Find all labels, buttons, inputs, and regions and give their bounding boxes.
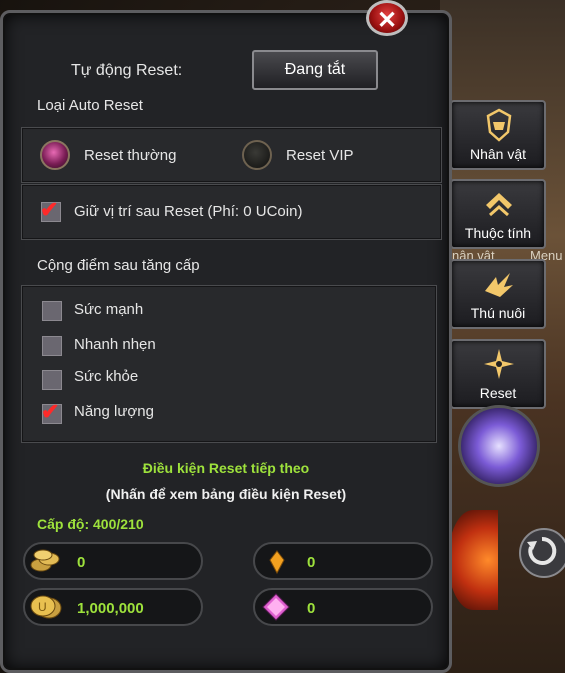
stats-label: Cộng điểm sau tăng cấp <box>37 257 200 274</box>
condition-title[interactable]: Điều kiện Reset tiếp theo <box>3 460 449 476</box>
svg-text:U: U <box>38 600 47 614</box>
side-menu-label: Reset <box>479 385 517 401</box>
refresh-icon <box>527 536 557 565</box>
side-menu-label: Thú nuôi <box>470 305 526 321</box>
radio-reset-vip-label[interactable]: Reset VIP <box>286 147 354 164</box>
gold-coins-value: 0 <box>77 554 86 571</box>
auto-reset-panel: Tự động Reset: Đang tắt Loại Auto Reset … <box>0 10 452 673</box>
auto-reset-toggle-button[interactable]: Đang tắt <box>252 50 378 90</box>
skill-orb[interactable] <box>458 405 540 487</box>
radio-reset-vip[interactable] <box>242 140 272 170</box>
refresh-button[interactable] <box>519 528 565 578</box>
stat-checkbox-strength[interactable] <box>42 301 62 321</box>
gem-display: 0 <box>253 588 433 626</box>
stat-label[interactable]: Nhanh nhẹn <box>74 336 156 353</box>
gold-coins-icon <box>30 549 60 572</box>
keep-position-row: ✔ Giữ vị trí sau Reset (Phí: 0 UCoin) <box>21 184 442 240</box>
zen-value: 1,000,000 <box>77 600 144 617</box>
chevron-up-icon <box>486 193 512 217</box>
stat-label[interactable]: Năng lượng <box>74 403 154 420</box>
health-orb <box>448 510 498 610</box>
stat-checkbox-energy[interactable]: ✔ <box>41 399 62 424</box>
reset-type-label: Loại Auto Reset <box>37 97 143 114</box>
gold-coins-display: 0 <box>23 542 203 580</box>
reset-type-group: Reset thường Reset VIP <box>21 127 442 183</box>
side-menu-attributes[interactable]: Thuộc tính <box>450 179 546 249</box>
crystal-display: 0 <box>253 542 433 580</box>
diamond-gem-icon <box>262 593 290 621</box>
gold-coin-icon: U <box>30 595 62 619</box>
close-button[interactable]: ✕ <box>366 0 408 36</box>
side-menu-label: Nhân vật <box>469 146 527 162</box>
radio-reset-normal-label[interactable]: Reset thường <box>84 147 176 164</box>
close-icon: ✕ <box>376 7 398 34</box>
shuriken-icon <box>484 349 514 379</box>
stats-checkbox-group: Sức mạnh Nhanh nhẹn Sức khỏe ✔ Năng lượn… <box>21 285 437 443</box>
side-menu-pets[interactable]: Thú nuôi <box>450 259 546 329</box>
helmet-icon <box>486 108 512 142</box>
wing-icon <box>485 273 513 297</box>
crystal-value: 0 <box>307 554 316 571</box>
stat-label[interactable]: Sức khỏe <box>74 368 138 385</box>
side-menu-character[interactable]: Nhân vật <box>450 100 546 170</box>
keep-position-label[interactable]: Giữ vị trí sau Reset (Phí: 0 UCoin) <box>74 203 302 220</box>
gem-value: 0 <box>307 600 316 617</box>
stat-checkbox-agility[interactable] <box>42 336 62 356</box>
stat-checkbox-vitality[interactable] <box>42 370 62 390</box>
side-menu-reset[interactable]: Reset <box>450 339 546 409</box>
level-text: Cấp độ: 400/210 <box>37 516 144 532</box>
side-menu-label: Thuộc tính <box>464 225 532 241</box>
auto-reset-label: Tự động Reset: <box>71 62 183 79</box>
radio-reset-normal[interactable] <box>40 140 70 170</box>
amber-crystal-icon <box>269 550 285 574</box>
keep-position-checkbox[interactable]: ✔ <box>40 197 61 222</box>
condition-hint[interactable]: (Nhấn để xem bảng điều kiện Reset) <box>3 486 449 502</box>
zen-display: U 1,000,000 <box>23 588 203 626</box>
stat-label[interactable]: Sức mạnh <box>74 301 143 318</box>
